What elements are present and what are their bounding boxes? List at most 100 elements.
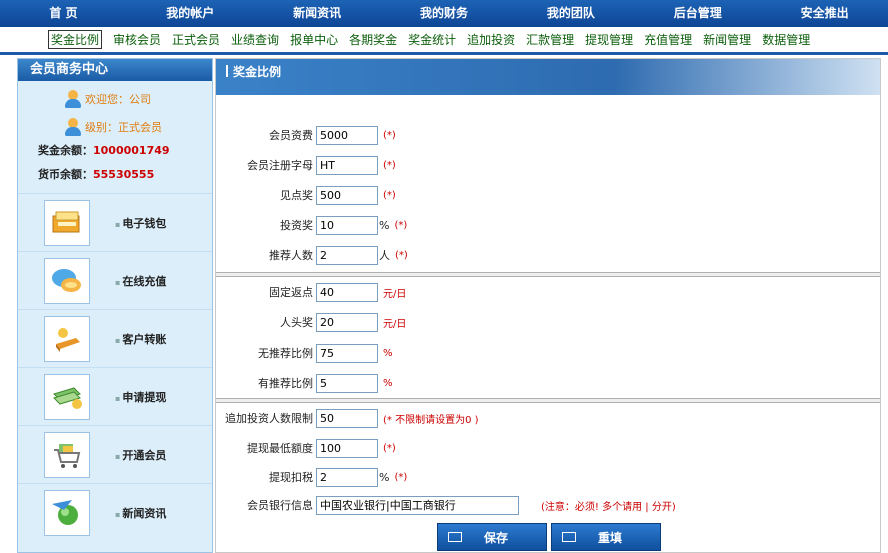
- field-label: 提现最低额度: [247, 442, 313, 455]
- field-label: 追加投资人数限制: [225, 412, 313, 425]
- field-note: %: [383, 347, 393, 359]
- field-note: (注意：必须! 多个请用 | 分开): [541, 501, 676, 513]
- wallet-icon: [44, 199, 90, 246]
- field-note: (*): [394, 219, 408, 231]
- currency-balance-value: 55530555: [93, 168, 155, 181]
- top-nav-admin[interactable]: 后台管理: [634, 0, 761, 27]
- cash-stack-icon: [44, 373, 90, 420]
- top-nav-team[interactable]: 我的团队: [507, 0, 634, 27]
- chat-bubbles-icon: [44, 257, 90, 304]
- menu-transfer-label: 客户转账: [115, 331, 166, 347]
- sub-nav-review-members[interactable]: 审核会员: [113, 31, 161, 48]
- member-fee-input[interactable]: [316, 125, 378, 145]
- sub-nav-bonus-stats[interactable]: 奖金统计: [408, 31, 456, 48]
- field-note: 元/日: [383, 318, 407, 330]
- reset-button-label: 重填: [598, 530, 623, 545]
- welcome-text: 欢迎您：公司: [85, 93, 151, 106]
- field-unit: %: [379, 470, 390, 484]
- add-invest-limit-input[interactable]: [316, 408, 378, 428]
- currency-balance-label: 货币余额：: [38, 168, 93, 181]
- field-note: (* 不限制请设置为0 ): [383, 414, 479, 426]
- field-note: (*): [394, 471, 408, 483]
- field-label: 会员注册字母: [247, 159, 313, 172]
- field-register-prefix: 会员注册字母 (*): [216, 154, 396, 176]
- menu-online-recharge[interactable]: 在线充值: [18, 251, 212, 309]
- reset-button[interactable]: 重填: [551, 523, 661, 551]
- referral-count-input[interactable]: [316, 245, 378, 265]
- top-nav-home[interactable]: 首 页: [0, 0, 127, 27]
- menu-online-recharge-label: 在线充值: [115, 273, 166, 289]
- bonus-balance-label: 奖金余额：: [38, 144, 93, 157]
- field-label: 投资奖: [280, 219, 313, 232]
- menu-news-label: 新闻资讯: [115, 505, 166, 521]
- field-label: 固定返点: [269, 286, 313, 299]
- save-icon: [448, 532, 462, 542]
- menu-wallet-label: 电子钱包: [115, 215, 166, 231]
- field-label: 见点奖: [280, 189, 313, 202]
- main-panel: 奖金比例 会员资费 (*) 会员注册字母 (*) 见点奖 (*) 投资奖 % (…: [215, 58, 881, 553]
- field-label: 人头奖: [280, 316, 313, 329]
- field-note: %: [383, 377, 393, 389]
- gold-bars-icon: [44, 315, 90, 362]
- globe-arrow-icon: [44, 489, 90, 536]
- headcount-bonus-input[interactable]: [316, 312, 378, 332]
- sub-nav-recharge[interactable]: 充值管理: [644, 31, 692, 48]
- field-label: 会员银行信息: [247, 499, 313, 512]
- menu-withdraw-label: 申请提现: [115, 389, 166, 405]
- field-label: 有推荐比例: [258, 377, 313, 390]
- field-withdraw-tax: 提现扣税 % (*): [216, 466, 407, 488]
- top-nav-news[interactable]: 新闻资讯: [254, 0, 381, 27]
- field-point-bonus: 见点奖 (*): [216, 184, 396, 206]
- sub-nav-bonus-ratio[interactable]: 奖金比例: [48, 30, 103, 49]
- point-bonus-input[interactable]: [316, 185, 378, 205]
- register-prefix-input[interactable]: [316, 155, 378, 175]
- menu-open-member-label: 开通会员: [115, 447, 166, 463]
- level-text: 级别：正式会员: [85, 121, 162, 134]
- sub-nav-data-admin[interactable]: 数据管理: [762, 31, 810, 48]
- field-member-fee: 会员资费 (*): [216, 124, 396, 146]
- field-unit: %: [379, 218, 390, 232]
- menu-open-member[interactable]: 开通会员: [18, 425, 212, 483]
- bonus-balance: 奖金余额：1000001749: [18, 139, 212, 163]
- welcome-row: 欢迎您：公司: [18, 87, 212, 111]
- field-investment-bonus: 投资奖 % (*): [216, 214, 407, 236]
- sub-nav-remittance[interactable]: 汇款管理: [526, 31, 574, 48]
- min-withdraw-input[interactable]: [316, 438, 378, 458]
- field-note: (*): [383, 159, 396, 171]
- withdraw-tax-input[interactable]: [316, 467, 378, 487]
- save-button[interactable]: 保存: [437, 523, 547, 551]
- fixed-rebate-input[interactable]: [316, 282, 378, 302]
- menu-news[interactable]: 新闻资讯: [18, 483, 212, 541]
- field-referral-ratio: 有推荐比例 %: [216, 372, 393, 394]
- field-note: (*): [383, 189, 396, 201]
- field-fixed-rebate: 固定返点 元/日: [216, 281, 406, 303]
- field-label: 无推荐比例: [258, 347, 313, 360]
- bank-info-input[interactable]: [316, 495, 519, 515]
- menu-wallet[interactable]: 电子钱包: [18, 193, 212, 251]
- sub-nav-performance[interactable]: 业绩查询: [231, 31, 279, 48]
- page-title: 奖金比例: [216, 59, 880, 95]
- section-divider: [216, 272, 880, 277]
- sub-nav-withdrawal[interactable]: 提现管理: [585, 31, 633, 48]
- field-note: 元/日: [383, 288, 407, 300]
- sub-nav-add-investment[interactable]: 追加投资: [467, 31, 515, 48]
- menu-withdraw[interactable]: 申请提现: [18, 367, 212, 425]
- sub-nav-news-admin[interactable]: 新闻管理: [703, 31, 751, 48]
- menu-transfer[interactable]: 客户转账: [18, 309, 212, 367]
- investment-bonus-input[interactable]: [316, 215, 378, 235]
- field-no-referral-ratio: 无推荐比例 %: [216, 342, 393, 364]
- sub-nav-period-bonus[interactable]: 各期奖金: [349, 31, 397, 48]
- field-headcount-bonus: 人头奖 元/日: [216, 311, 406, 333]
- referral-ratio-input[interactable]: [316, 373, 378, 393]
- bonus-balance-value: 1000001749: [93, 144, 170, 157]
- top-nav-finance[interactable]: 我的财务: [381, 0, 508, 27]
- level-row: 级别：正式会员: [18, 115, 212, 139]
- currency-balance: 货币余额：55530555: [18, 163, 212, 187]
- top-nav-account[interactable]: 我的帐户: [127, 0, 254, 27]
- sub-nav-order-center[interactable]: 报单中心: [290, 31, 338, 48]
- no-referral-ratio-input[interactable]: [316, 343, 378, 363]
- field-note: (*): [383, 442, 396, 454]
- sub-nav-official-members[interactable]: 正式会员: [172, 31, 220, 48]
- field-unit: 人: [379, 249, 390, 262]
- top-nav-logout[interactable]: 安全推出: [761, 0, 888, 27]
